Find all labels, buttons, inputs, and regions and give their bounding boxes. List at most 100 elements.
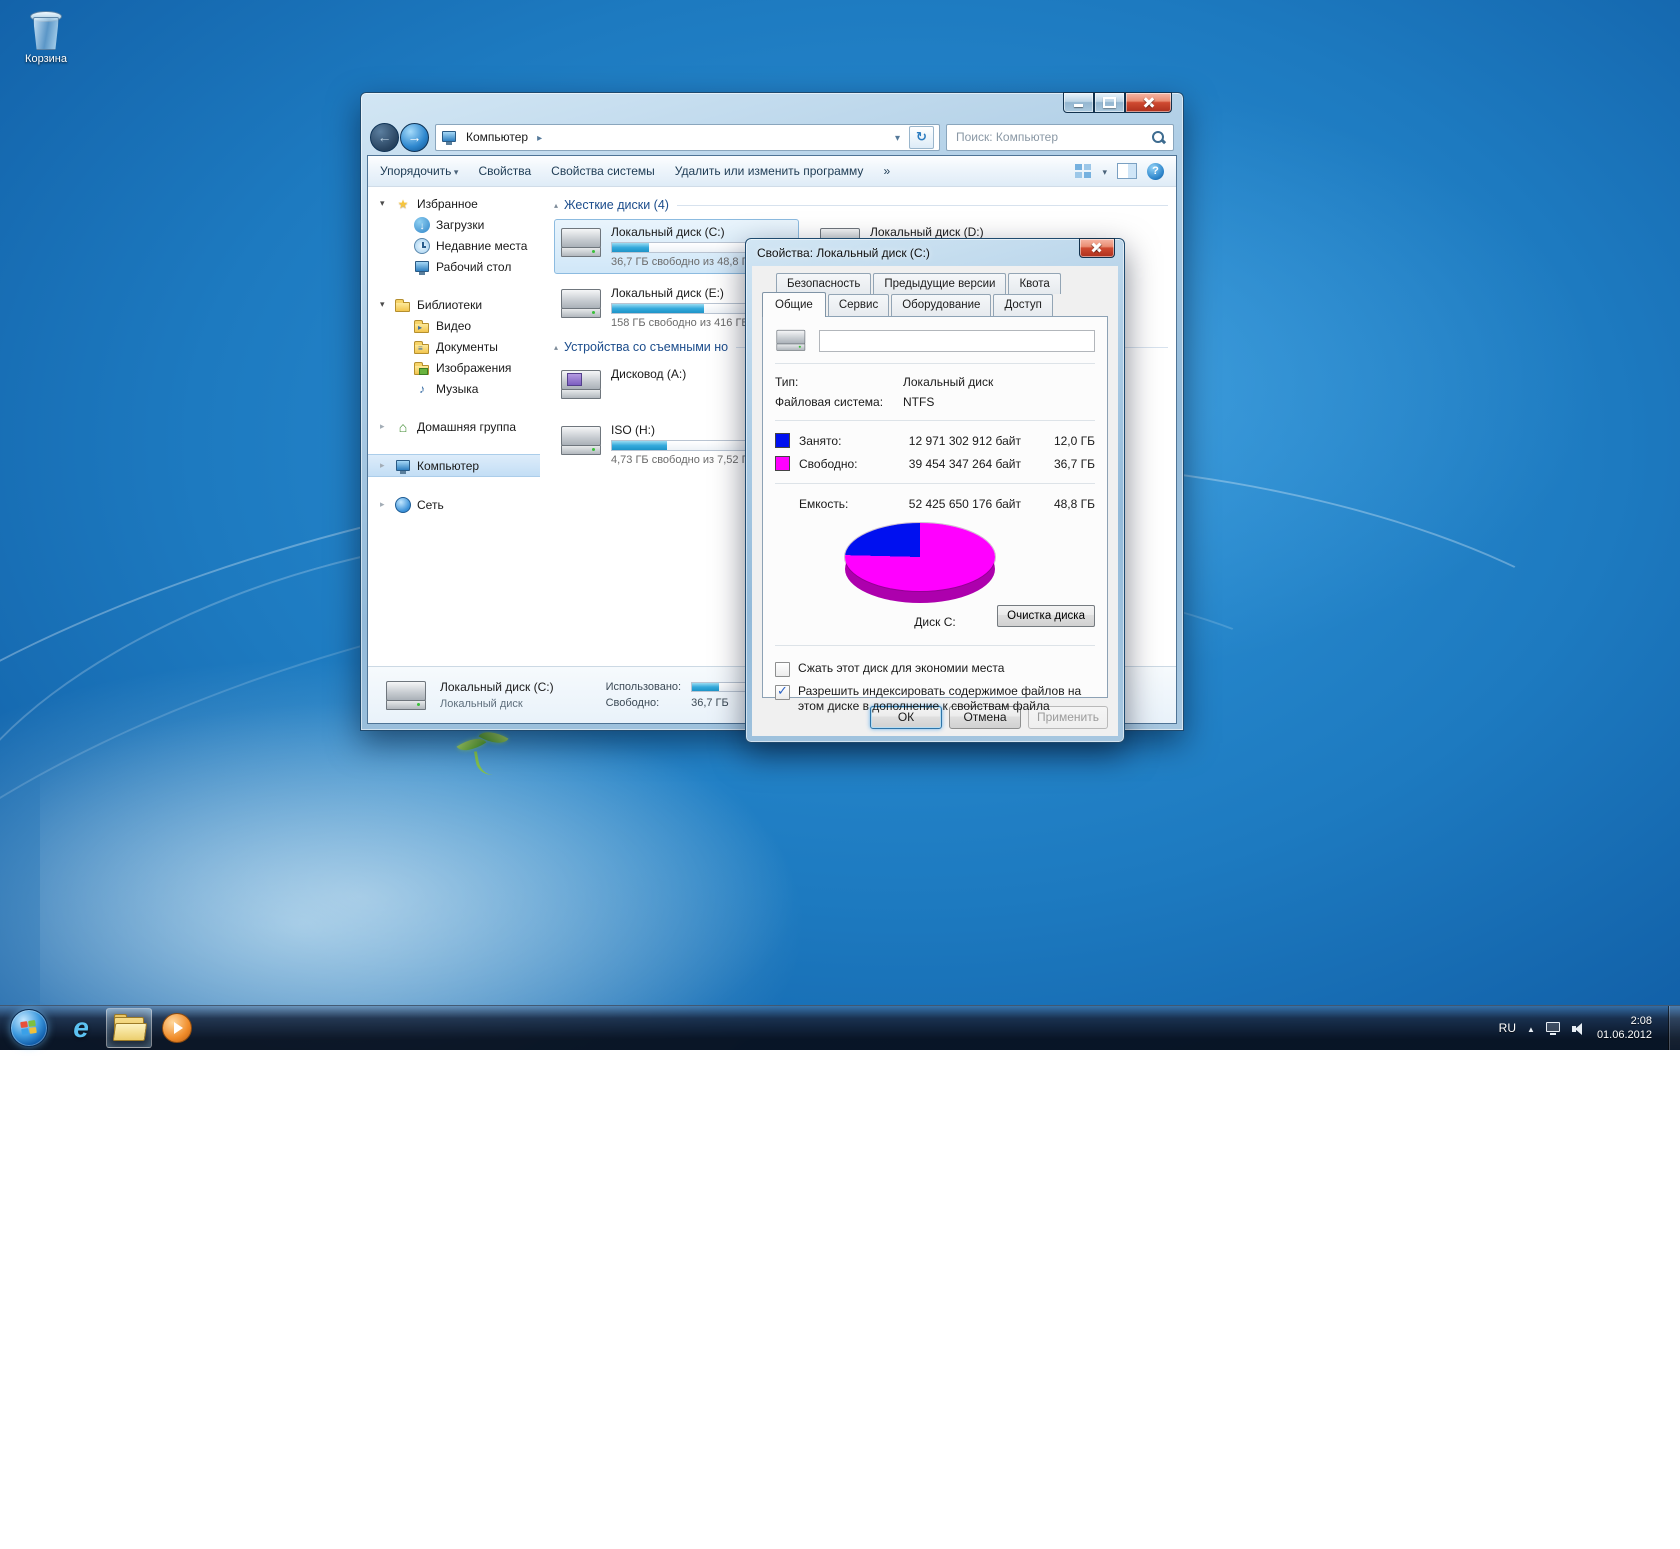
capacity-bytes: 52 425 650 176 байт xyxy=(891,497,1037,511)
view-dropdown-icon[interactable] xyxy=(1102,164,1107,178)
compress-checkbox-row[interactable]: Сжать этот диск для экономии места xyxy=(775,661,1095,677)
navigation-bar: Компьютер xyxy=(361,119,1183,155)
change-view-icon[interactable] xyxy=(1075,164,1092,179)
search-input[interactable] xyxy=(954,129,1151,145)
details-used-label: Использовано: xyxy=(606,681,682,693)
used-color-swatch xyxy=(775,433,790,448)
properties-dialog: Свойства: Локальный диск (C:) Безопаснос… xyxy=(745,238,1125,743)
dialog-body: Безопасность Предыдущие версии Квота Общ… xyxy=(752,266,1118,736)
clock-time: 2:08 xyxy=(1597,1014,1652,1028)
close-button[interactable] xyxy=(1125,92,1172,113)
sidebar-label: Избранное xyxy=(417,197,478,211)
tab-hardware[interactable]: Оборудование xyxy=(891,294,991,317)
minimize-button[interactable] xyxy=(1063,92,1094,113)
tab-sharing[interactable]: Доступ xyxy=(993,294,1052,317)
group-expander-icon[interactable] xyxy=(554,343,558,352)
tab-general[interactable]: Общие xyxy=(762,292,826,317)
breadcrumb-computer[interactable]: Компьютер xyxy=(461,128,533,146)
dialog-close-button[interactable] xyxy=(1079,238,1115,258)
desktop: Корзина Компьютер xyxy=(0,0,1680,1050)
forward-button[interactable] xyxy=(400,123,429,152)
compress-checkbox[interactable] xyxy=(775,662,790,677)
disk-cleanup-button[interactable]: Очистка диска xyxy=(997,605,1095,627)
help-icon[interactable] xyxy=(1147,163,1164,180)
tab-security[interactable]: Безопасность xyxy=(776,273,871,294)
expander-icon[interactable] xyxy=(380,499,391,510)
sidebar-label: Изображения xyxy=(436,361,511,375)
sidebar-item-pictures[interactable]: Изображения xyxy=(368,357,540,378)
wallpaper-glow xyxy=(40,700,800,1040)
start-button[interactable] xyxy=(10,1009,48,1047)
dialog-titlebar[interactable]: Свойства: Локальный диск (C:) xyxy=(746,239,1124,266)
expander-icon[interactable] xyxy=(380,299,391,310)
sidebar-label: Видео xyxy=(436,319,471,333)
system-properties-button[interactable]: Свойства системы xyxy=(551,164,655,178)
clock-date: 01.06.2012 xyxy=(1597,1028,1652,1042)
index-checkbox[interactable] xyxy=(775,685,790,700)
drive-name: Локальный диск (D:) xyxy=(870,225,984,239)
show-hidden-icons-button[interactable] xyxy=(1527,1021,1535,1035)
expander-icon[interactable] xyxy=(380,198,391,209)
sidebar-item-homegroup[interactable]: Домашняя группа xyxy=(368,416,540,437)
internet-explorer-icon: e xyxy=(73,1014,89,1042)
tab-previous-versions[interactable]: Предыдущие версии xyxy=(873,273,1006,294)
toolbar-overflow-button[interactable]: » xyxy=(883,164,890,178)
search-icon[interactable] xyxy=(1151,130,1166,145)
search-box[interactable] xyxy=(946,124,1174,151)
filesystem-value: NTFS xyxy=(903,395,934,409)
internet-explorer-taskbar-button[interactable]: e xyxy=(58,1008,104,1048)
address-bar[interactable]: Компьютер xyxy=(435,124,940,151)
drive-name: Локальный диск (E:) xyxy=(611,286,761,300)
expander-icon[interactable] xyxy=(380,421,391,432)
expander-icon[interactable] xyxy=(380,460,391,471)
organize-menu[interactable]: Упорядочить xyxy=(380,164,458,178)
group-expander-icon[interactable] xyxy=(554,201,558,210)
sidebar-item-libraries[interactable]: Библиотеки xyxy=(368,294,540,315)
maximize-button[interactable] xyxy=(1094,92,1125,113)
sidebar-item-favorites[interactable]: Избранное xyxy=(368,193,540,214)
volume-icon[interactable] xyxy=(1572,1022,1586,1035)
sidebar-item-desktop[interactable]: Рабочий стол xyxy=(368,256,540,277)
general-tab-page: Тип: Локальный диск Файловая система: NT… xyxy=(762,316,1108,698)
floppy-drive-icon xyxy=(559,366,603,402)
used-label: Занято: xyxy=(799,434,891,448)
sidebar-item-recent-places[interactable]: Недавние места xyxy=(368,235,540,256)
music-icon xyxy=(414,381,430,397)
volume-label-input[interactable] xyxy=(819,330,1095,352)
tab-tools[interactable]: Сервис xyxy=(828,294,889,317)
clock[interactable]: 2:08 01.06.2012 xyxy=(1597,1014,1657,1042)
network-icon xyxy=(395,497,411,513)
wallpaper-sprout xyxy=(468,742,508,782)
filesystem-label: Файловая система: xyxy=(775,395,903,409)
uninstall-program-button[interactable]: Удалить или изменить программу xyxy=(675,164,864,178)
sidebar-item-video[interactable]: ▸ Видео xyxy=(368,315,540,336)
sidebar-item-downloads[interactable]: Загрузки xyxy=(368,214,540,235)
address-dropdown-icon[interactable] xyxy=(890,130,905,144)
media-player-taskbar-button[interactable] xyxy=(154,1008,200,1048)
sidebar-item-music[interactable]: Музыка xyxy=(368,378,540,399)
sidebar-item-documents[interactable]: ≡ Документы xyxy=(368,336,540,357)
free-size: 36,7 ГБ xyxy=(1037,457,1095,471)
drive-name: Дисковод (A:) xyxy=(611,367,686,381)
tab-quota[interactable]: Квота xyxy=(1008,273,1060,294)
explorer-titlebar[interactable] xyxy=(361,93,1183,119)
computer-icon xyxy=(441,129,457,145)
details-drive-name: Локальный диск (C:) xyxy=(440,680,554,694)
preview-pane-icon[interactable] xyxy=(1117,163,1137,179)
language-indicator[interactable]: RU xyxy=(1499,1021,1516,1035)
refresh-icon[interactable] xyxy=(909,126,934,149)
removable-drive-icon xyxy=(559,422,603,458)
sidebar-item-computer[interactable]: Компьютер xyxy=(368,454,540,477)
index-checkbox-row[interactable]: Разрешить индексировать содержимое файло… xyxy=(775,684,1095,714)
recycle-bin[interactable]: Корзина xyxy=(14,8,78,65)
network-icon[interactable] xyxy=(1546,1022,1561,1035)
explorer-taskbar-button[interactable] xyxy=(106,1008,152,1048)
windows-logo-icon xyxy=(20,1020,37,1035)
properties-button[interactable]: Свойства xyxy=(478,164,531,178)
compress-checkbox-label: Сжать этот диск для экономии места xyxy=(798,661,1004,676)
sidebar-item-network[interactable]: Сеть xyxy=(368,494,540,515)
group-header-hard-disks[interactable]: Жесткие диски (4) xyxy=(554,198,1168,212)
chevron-right-icon[interactable] xyxy=(537,130,542,144)
back-button[interactable] xyxy=(370,123,399,152)
show-desktop-button[interactable] xyxy=(1668,1006,1680,1050)
